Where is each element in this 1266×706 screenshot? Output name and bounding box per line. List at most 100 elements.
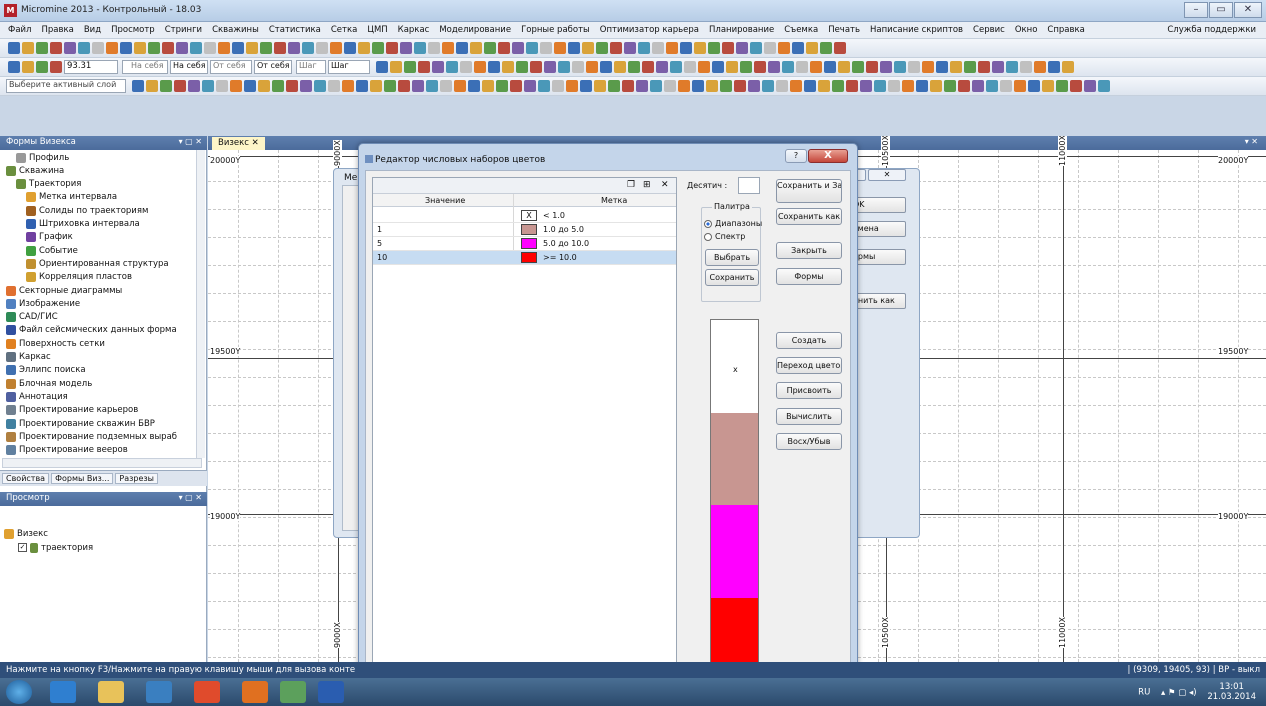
toolbar-tool-icon[interactable] [1020,61,1032,73]
toolbar-tool-icon[interactable] [50,61,62,73]
menu-item-7[interactable]: Сетка [331,25,357,35]
toolbar-tool-icon[interactable] [468,80,480,92]
toolbar-tool-icon[interactable] [302,42,314,54]
menu-item-8[interactable]: ЦМП [367,25,387,35]
start-icon[interactable] [6,680,32,704]
toolbar-tool-icon[interactable] [474,61,486,73]
toolbar-tool-icon[interactable] [426,80,438,92]
tree-item[interactable]: График [26,231,73,244]
micromine-icon[interactable] [280,681,306,703]
tree-horizontal-scrollbar[interactable] [2,458,202,468]
toolbar-tool-icon[interactable] [722,42,734,54]
toolbar-tool-icon[interactable] [922,61,934,73]
on-self-dropdown[interactable]: На себя [122,60,168,74]
toolbar-tool-icon[interactable] [796,61,808,73]
toolbar-tool-icon[interactable] [344,42,356,54]
toolbar-tool-icon[interactable] [622,80,634,92]
toolbar-tool-icon[interactable] [356,80,368,92]
toolbar-tool-icon[interactable] [538,80,550,92]
toolbar-tool-icon[interactable] [120,42,132,54]
toolbar-tool-icon[interactable] [484,42,496,54]
toolbar-tool-icon[interactable] [818,80,830,92]
tree-item[interactable]: Изображение [6,297,80,310]
toolbar-tool-icon[interactable] [246,42,258,54]
toolbar-tool-icon[interactable] [880,61,892,73]
toolbar-tool-icon[interactable] [1014,80,1026,92]
toolbar-tool-icon[interactable] [432,61,444,73]
toolbar-tool-icon[interactable] [442,42,454,54]
toolbar-tool-icon[interactable] [1000,80,1012,92]
explorer-icon[interactable] [98,681,124,703]
toolbar-tool-icon[interactable] [902,80,914,92]
radio-spectrum-dot[interactable] [704,232,712,241]
tree-item[interactable]: Траектория [16,178,81,191]
toolbar-tool-icon[interactable] [510,80,522,92]
toolbar-tool-icon[interactable] [440,80,452,92]
toolbar-tool-icon[interactable] [8,42,20,54]
toolbar-tool-icon[interactable] [936,61,948,73]
toolbar-tool-icon[interactable] [888,80,900,92]
menu-item-10[interactable]: Моделирование [439,25,511,35]
media-player-icon[interactable] [146,681,172,703]
toolbar-tool-icon[interactable] [232,42,244,54]
toolbar-tool-icon[interactable] [244,80,256,92]
toolbar-tool-icon[interactable] [330,42,342,54]
radio-ranges[interactable]: Диапазоны [704,219,762,228]
toolbar-tool-icon[interactable] [642,61,654,73]
from-self-field[interactable]: От себя [254,60,292,74]
back-close-button[interactable]: ✕ [868,169,906,181]
color-transition-button[interactable]: Переход цветов [776,357,842,374]
toolbar-tool-icon[interactable] [764,42,776,54]
toolbar-tool-icon[interactable] [488,61,500,73]
toolbar-tool-icon[interactable] [706,80,718,92]
toolbar-tool-icon[interactable] [400,42,412,54]
tab-sections[interactable]: Разрезы [115,473,158,484]
toolbar-tool-icon[interactable] [628,61,640,73]
toolbar-tool-icon[interactable] [908,61,920,73]
toolbar-tool-icon[interactable] [834,42,846,54]
tree-item[interactable]: Проектирование вееров [6,444,128,457]
toolbar-tool-icon[interactable] [1034,61,1046,73]
toolbar-tool-icon[interactable] [286,80,298,92]
menu-item-15[interactable]: Печать [828,25,860,35]
toolbar-tool-icon[interactable] [608,80,620,92]
menu-item-12[interactable]: Оптимизатор карьера [600,25,699,35]
tree-item[interactable]: Аннотация [6,390,68,403]
toolbar-tool-icon[interactable] [412,80,424,92]
color-swatch[interactable] [521,224,537,235]
toolbar-tool-icon[interactable] [160,80,172,92]
menu-item-17[interactable]: Сервис [973,25,1005,35]
maximize-button[interactable]: ▭ [1209,2,1233,18]
toolbar-tool-icon[interactable] [820,42,832,54]
toolbar-tool-icon[interactable] [414,42,426,54]
tree-item[interactable]: Проектирование скважин БВР [6,417,155,430]
toolbar-tool-icon[interactable] [540,42,552,54]
step-dropdown[interactable]: Шаг [296,60,326,74]
toolbar-tool-icon[interactable] [600,61,612,73]
toolbar-tool-icon[interactable] [390,61,402,73]
toolbar-tool-icon[interactable] [754,61,766,73]
toolbar-tool-icon[interactable] [512,42,524,54]
toolbar-tool-icon[interactable] [22,61,34,73]
toolbar-tool-icon[interactable] [398,80,410,92]
menu-item-5[interactable]: Скважины [212,25,259,35]
toolbar-tool-icon[interactable] [1048,61,1060,73]
toolbar-tool-icon[interactable] [258,80,270,92]
toolbar-tool-icon[interactable] [666,42,678,54]
toolbar-tool-icon[interactable] [748,80,760,92]
toolbar-tool-icon[interactable] [552,80,564,92]
toolbar-tool-icon[interactable] [832,80,844,92]
tree-item[interactable]: Проектирование подземных выраб [6,430,177,443]
cell-value[interactable]: 1 [377,225,382,234]
word-icon[interactable] [318,681,344,703]
close-button[interactable]: Закрыть [776,242,842,259]
toolbar-tool-icon[interactable] [526,42,538,54]
insert-row-icon[interactable]: ⊞ [643,180,651,190]
toolbar-tool-icon[interactable] [650,80,662,92]
toolbar-tool-icon[interactable] [446,61,458,73]
toolbar-tool-icon[interactable] [288,42,300,54]
toolbar-tool-icon[interactable] [992,61,1004,73]
toolbar-tool-icon[interactable] [804,80,816,92]
zoom-value-field[interactable]: 93.31 [64,60,118,74]
delete-row-icon[interactable]: ✕ [661,180,669,190]
